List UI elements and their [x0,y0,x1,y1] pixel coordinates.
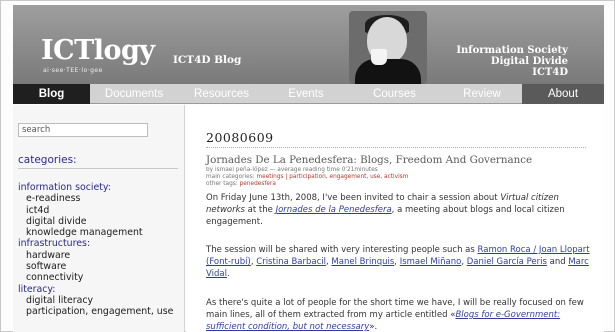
nav-item-documents[interactable]: Documents [90,84,178,104]
nav-item-review[interactable]: Review [442,84,522,104]
author-photo [349,11,427,84]
meta-categories-line: main categories: meetings | participatio… [206,174,408,181]
category-item[interactable]: ict4d [18,205,173,216]
main-content: 20080609 Jornades De La Penedesfera: Blo… [186,105,604,332]
tagline-line: ICT4D [532,67,568,78]
category-item[interactable]: software [18,261,173,272]
search-input[interactable]: search [18,123,148,137]
blog-label[interactable]: ICT4D Blog [173,54,241,66]
post-date: 20080609 [206,130,274,145]
meta-categories-label: main categories: [206,174,255,180]
nav-item-resources[interactable]: Resources [178,84,265,104]
paragraph-text: The session will be shared with very int… [206,245,475,255]
speaker-link[interactable]: Ismael Miñano [400,257,462,267]
page-frame: ICTlogy ai·see·TEE·lo·gee ICT4D Blog Inf… [0,0,615,332]
main-nav: Blog Documents Resources Events Courses … [13,84,604,104]
paragraph-text: and [549,257,566,267]
category-list: information society: e-readiness ict4d d… [18,182,173,318]
category-group-title[interactable]: infrastructures: [18,238,173,249]
site-tagline: Information Society Digital Divide ICT4D [456,45,568,78]
category-group-title[interactable]: information society: [18,182,173,193]
tagline-line: Information Society [456,45,568,56]
categories-heading: categories: [18,154,178,169]
category-item[interactable]: knowledge management [18,227,173,238]
speaker-link[interactable]: Manel Brinquis [331,257,394,267]
speaker-link[interactable]: Cristina Barbacil [256,257,326,267]
site-header: ICTlogy ai·see·TEE·lo·gee ICT4D Blog Inf… [13,5,604,84]
sidebar: search categories: information society: … [13,105,185,332]
nav-item-about[interactable]: About [522,84,604,104]
paragraph-text: On Friday June 13th, 2008, I've been inv… [206,193,498,203]
event-link[interactable]: Jornades de la Penedesfera [276,205,392,215]
post-paragraph: On Friday June 13th, 2008, I've been inv… [206,192,598,228]
category-item[interactable]: connectivity [18,272,173,283]
post-meta: by ismael peña-lópez — average reading t… [206,167,408,188]
post-title[interactable]: Jornades De La Penedesfera: Blogs, Freed… [206,154,532,166]
paragraph-text: at the [247,205,273,215]
logo-pronunciation: ai·see·TEE·lo·gee [43,67,103,74]
meta-tag-link[interactable]: penedesfera [240,181,276,187]
post-paragraph: As there's quite a lot of people for the… [206,297,598,332]
category-item[interactable]: digital literacy [18,295,173,306]
nav-item-blog[interactable]: Blog [13,84,90,104]
category-item[interactable]: digital divide [18,216,173,227]
nav-item-courses[interactable]: Courses [347,84,442,104]
speaker-link[interactable]: Daniel García Peris [467,257,547,267]
meta-author-line: by ismael peña-lópez — average reading t… [206,167,378,173]
site-logo[interactable]: ICTlogy [41,35,155,66]
meta-category-links[interactable]: meetings | participation, engagement, us… [257,174,409,180]
date-divider [206,147,586,148]
category-group-title[interactable]: literacy: [18,284,173,295]
nav-item-events[interactable]: Events [265,84,347,104]
tagline-line: Digital Divide [490,56,568,67]
paragraph-text: ». [369,322,378,332]
category-item[interactable]: e-readiness [18,193,173,204]
post-paragraph: The session will be shared with very int… [206,245,590,279]
meta-tags-line: other tags: penedesfera [206,181,408,188]
category-item[interactable]: hardware [18,250,173,261]
meta-tags-label: other tags: [206,181,238,187]
category-item[interactable]: participation, engagement, use [18,306,173,317]
